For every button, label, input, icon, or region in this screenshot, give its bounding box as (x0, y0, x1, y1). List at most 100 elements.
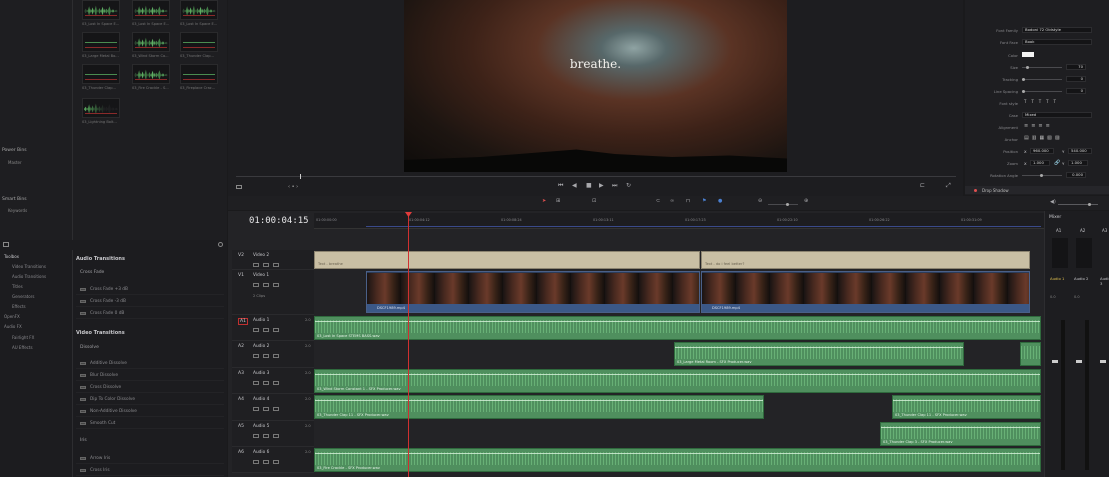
effects-tree-item[interactable]: AU Effects (12, 345, 33, 350)
media-clip-thumbnail[interactable] (180, 32, 218, 52)
effect-item[interactable]: Cross Dissolve (76, 382, 224, 393)
panel-toggle-icon[interactable] (3, 242, 9, 247)
effects-tree-item[interactable]: Audio FX (4, 324, 22, 329)
viewer-canvas[interactable]: breathe. (404, 0, 787, 172)
font-style-buttons[interactable]: TTTTT (1024, 99, 1061, 104)
lock-icon[interactable] (253, 381, 259, 385)
media-clip-thumbnail[interactable] (180, 64, 218, 84)
track-header-a2[interactable]: A2 Audio 2 2.0 (232, 341, 314, 368)
track-header-a4[interactable]: A4 Audio 4 2.0 (232, 394, 314, 421)
effects-tree-item[interactable]: OpenFX (4, 314, 20, 319)
timeline-zoom-slider[interactable] (768, 203, 798, 206)
reverse-play-icon[interactable]: ◀ (572, 182, 577, 189)
position-x-field[interactable]: 960.000 (1030, 148, 1054, 154)
solo-icon[interactable] (273, 460, 279, 464)
snapping-icon[interactable]: ⊂ (656, 198, 660, 204)
line-spacing-slider[interactable] (1022, 90, 1062, 93)
effects-tree-item[interactable]: Generators (12, 294, 34, 299)
mixer-fader-a1[interactable] (1052, 360, 1058, 363)
media-clip-thumbnail[interactable] (180, 0, 218, 20)
audio-clip-a6[interactable]: 03_Fire Crackle - SFX Producer.wav (314, 448, 1041, 472)
master-volume-slider[interactable] (1058, 203, 1098, 206)
auto-select-icon[interactable] (263, 381, 269, 385)
anchor-buttons[interactable]: ▤▥▦▧▨ (1024, 135, 1063, 141)
track-header-a6[interactable]: A6 Audio 6 2.0 (232, 447, 314, 473)
audio-clip-a4-2[interactable]: 03_Thunder Clap 11 - SFX Producer.wav (892, 395, 1041, 419)
zoom-in-icon[interactable]: ⊕ (804, 198, 808, 204)
timeline-playhead[interactable] (408, 212, 409, 477)
track-header-v2[interactable]: V2 Video 2 (232, 250, 314, 270)
font-family-select[interactable]: Bodoni 72 Oldstyle (1022, 27, 1092, 33)
effect-item[interactable]: Cross Fade +3 dB (76, 284, 224, 295)
fullscreen-icon[interactable]: ⤢ (946, 182, 951, 190)
media-clip-thumbnail[interactable] (132, 32, 170, 52)
solo-icon[interactable] (273, 354, 279, 358)
tracking-field[interactable]: 0 (1066, 76, 1086, 82)
media-clip-thumbnail[interactable] (82, 64, 120, 84)
track-header-a5[interactable]: A5 Audio 5 2.0 (232, 421, 314, 447)
timeline-timecode[interactable]: 01:00:04:15 (249, 216, 309, 226)
volume-line[interactable] (315, 374, 1040, 375)
lock-icon[interactable] (253, 283, 259, 287)
go-to-end-icon[interactable]: ⏭ (612, 182, 617, 190)
effect-item[interactable]: Cross Fade 0 dB (76, 308, 224, 319)
size-slider[interactable] (1022, 66, 1062, 69)
color-swatch[interactable] (1022, 52, 1034, 57)
solo-icon[interactable] (273, 381, 279, 385)
auto-select-icon[interactable] (263, 460, 269, 464)
lock-icon[interactable] (253, 354, 259, 358)
volume-line[interactable] (881, 427, 1040, 428)
speaker-icon[interactable]: ◀) (1050, 199, 1056, 205)
flag-icon[interactable]: ⚑ (702, 198, 706, 204)
effects-tree-item[interactable]: Toolbox (4, 254, 19, 259)
effects-tree-item[interactable]: Fairlight FX (12, 335, 34, 340)
rotation-slider[interactable] (1022, 174, 1062, 177)
volume-line[interactable] (315, 453, 1040, 454)
track-header-a1[interactable]: A1 Audio 1 2.0 (232, 315, 314, 341)
smart-bins-keywords[interactable]: Keywords (8, 208, 27, 213)
media-clip-thumbnail[interactable] (82, 0, 120, 20)
solo-icon[interactable] (273, 328, 279, 332)
zoom-y-field[interactable]: 1.000 (1068, 160, 1088, 166)
viewer-nav-dots-icon[interactable]: ‹ • › (288, 184, 298, 190)
solo-icon[interactable] (273, 283, 279, 287)
auto-select-icon[interactable] (263, 263, 269, 267)
zoom-link-icon[interactable]: 🔗 (1054, 160, 1060, 166)
effect-item[interactable]: Cross Iris (76, 465, 224, 476)
marker-icon[interactable]: ● (718, 198, 722, 204)
track-header-a3[interactable]: A3 Audio 3 2.0 (232, 368, 314, 394)
effect-item[interactable]: Dip To Color Dissolve (76, 394, 224, 405)
case-select[interactable]: Mixed (1022, 112, 1092, 118)
media-clip-thumbnail[interactable] (132, 0, 170, 20)
effects-tree-item[interactable]: Effects (12, 304, 26, 309)
line-spacing-field[interactable]: 0 (1066, 88, 1086, 94)
volume-line[interactable] (315, 400, 763, 401)
effect-item[interactable]: Cross Fade -3 dB (76, 296, 224, 307)
match-frame-icon[interactable]: ⊏ (920, 182, 925, 189)
audio-clip-a2-end[interactable] (1020, 342, 1041, 366)
audio-clip-a3[interactable]: 03_Wind Storm Constant 1 - SFX Producer.… (314, 369, 1041, 393)
audio-clip-a5[interactable]: 03_Thunder Clap 3 - SFX Producer.wav (880, 422, 1041, 446)
lock-icon[interactable] (253, 407, 259, 411)
play-icon[interactable]: ▶ (599, 182, 604, 189)
effects-tree-item[interactable]: Titles (12, 284, 23, 289)
effect-item[interactable]: Arrow Iris (76, 453, 224, 464)
search-icon[interactable] (218, 242, 223, 247)
solo-icon[interactable] (273, 434, 279, 438)
link-icon[interactable]: ∞ (670, 198, 674, 204)
auto-select-icon[interactable] (263, 328, 269, 332)
scrubber-playhead[interactable] (300, 174, 301, 179)
effect-item[interactable]: Blur Dissolve (76, 370, 224, 381)
size-field[interactable]: 70 (1066, 64, 1086, 70)
title-clip-1[interactable]: Text - breathe (314, 251, 700, 269)
trim-tool-icon[interactable]: ⊞ (556, 198, 560, 204)
power-bins-master[interactable]: Master (8, 160, 22, 165)
auto-select-icon[interactable] (263, 434, 269, 438)
audio-clip-a2[interactable]: 03_Large Metal Room - SFX Producer.wav (674, 342, 964, 366)
auto-select-icon[interactable] (263, 407, 269, 411)
auto-select-icon[interactable] (263, 354, 269, 358)
lock-icon[interactable] (253, 434, 259, 438)
lock-icon[interactable]: ⊓ (686, 198, 690, 204)
media-clip-thumbnail[interactable] (82, 98, 120, 118)
title-clip-2[interactable]: Text - do i feel better? (701, 251, 1030, 269)
